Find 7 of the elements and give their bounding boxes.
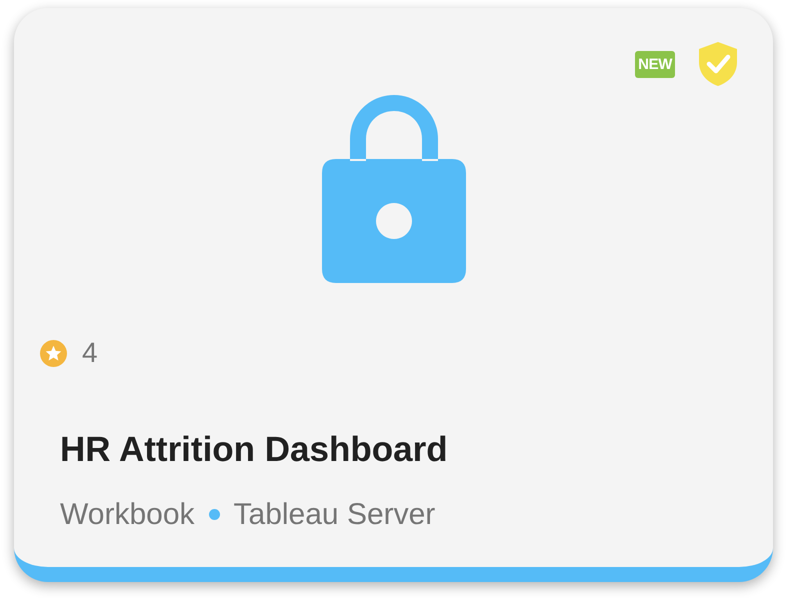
card[interactable]: NEW 4 HR Attrition Dashboard Workbook Tableau Server	[14, 8, 773, 582]
favorite-count: 4	[82, 339, 98, 367]
lock-icon	[322, 95, 466, 283]
content-source: Tableau Server	[234, 496, 436, 532]
card-title: HR Attrition Dashboard	[60, 429, 448, 471]
content-type: Workbook	[60, 496, 195, 532]
new-badge: NEW	[635, 50, 675, 78]
